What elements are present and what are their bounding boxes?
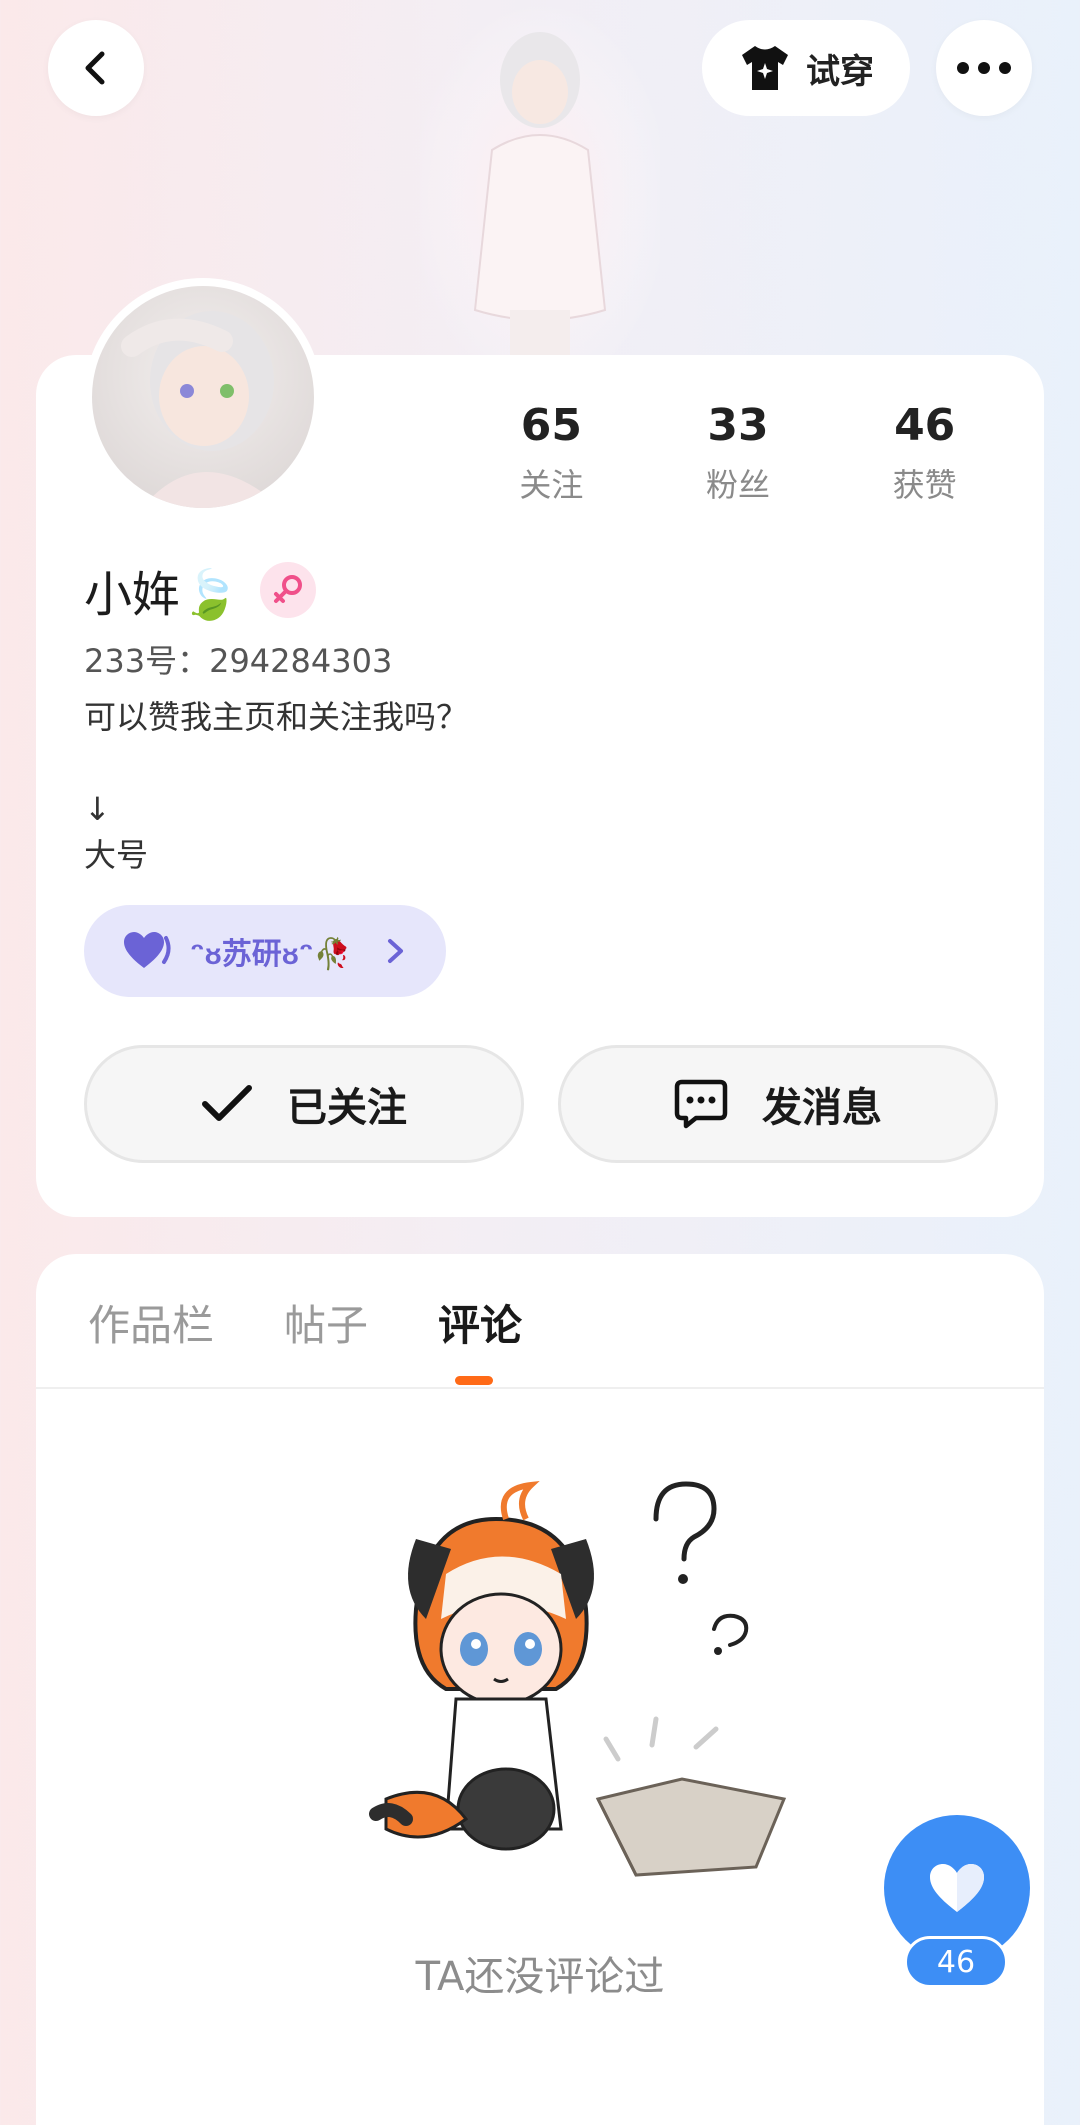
empty-state-illustration	[369, 1480, 787, 1877]
try-on-label: 试穿	[806, 51, 874, 92]
tabs-divider	[36, 1387, 1044, 1389]
avatar-image	[121, 311, 282, 508]
hero-character-image	[420, 0, 660, 360]
profile-name: 小姩🍃	[84, 567, 240, 623]
message-button[interactable]: 发消息	[558, 1045, 998, 1163]
stat-likes-label: 获赞	[892, 466, 957, 504]
empty-state-text: TA还没评论过	[415, 1954, 665, 2000]
try-on-button[interactable]: 试穿	[702, 20, 910, 116]
active-tab-indicator	[455, 1376, 493, 1385]
stat-likes-value: 46	[894, 400, 956, 451]
profile-tabs: 作品栏 帖子 评论	[88, 1292, 522, 1353]
group-link[interactable]: ᵔᴕ苏研ᴕᵔ🥀	[84, 905, 446, 997]
chevron-right-icon	[388, 939, 403, 963]
more-dots-icon	[957, 62, 1011, 74]
stat-fans-label: 粉丝	[706, 466, 771, 504]
avatar[interactable]	[84, 278, 322, 516]
stat-likes[interactable]: 46 获赞	[829, 400, 1020, 506]
profile-stats: 65 关注 33 粉丝 46 获赞	[460, 400, 1020, 506]
stat-following-value: 65	[520, 400, 582, 451]
tab-posts[interactable]: 帖子	[284, 1292, 368, 1353]
profile-bio: 可以赞我主页和关注我吗？ ↓ 大号	[84, 698, 469, 874]
like-count-badge: 46	[904, 1936, 1008, 1988]
chevron-left-icon	[85, 51, 105, 85]
tab-works[interactable]: 作品栏	[88, 1292, 214, 1353]
follow-button[interactable]: 已关注	[84, 1045, 524, 1163]
shirt-icon	[742, 46, 788, 90]
female-gender-icon	[259, 562, 316, 618]
stat-fans[interactable]: 33 粉丝	[643, 400, 834, 506]
heart-icon	[930, 1864, 984, 1912]
stat-following[interactable]: 65 关注	[456, 400, 647, 506]
more-button[interactable]	[936, 20, 1032, 116]
group-label: ᵔᴕ苏研ᴕᵔ🥀	[190, 937, 351, 972]
tab-comments[interactable]: 评论	[438, 1292, 522, 1353]
stat-fans-value: 33	[707, 400, 769, 451]
chat-bubble-icon	[674, 1079, 728, 1129]
stat-following-label: 关注	[519, 466, 584, 504]
name-row: 小姩🍃	[84, 555, 316, 625]
heart-icon	[124, 932, 171, 968]
back-button[interactable]	[48, 20, 144, 116]
message-label: 发消息	[762, 1085, 882, 1131]
checkmark-icon	[202, 1085, 252, 1121]
content-card: 作品栏 帖子 评论 TA还没评论过	[36, 1254, 1044, 2125]
follow-label: 已关注	[287, 1085, 407, 1131]
profile-id: 233号：294284303	[84, 642, 393, 680]
